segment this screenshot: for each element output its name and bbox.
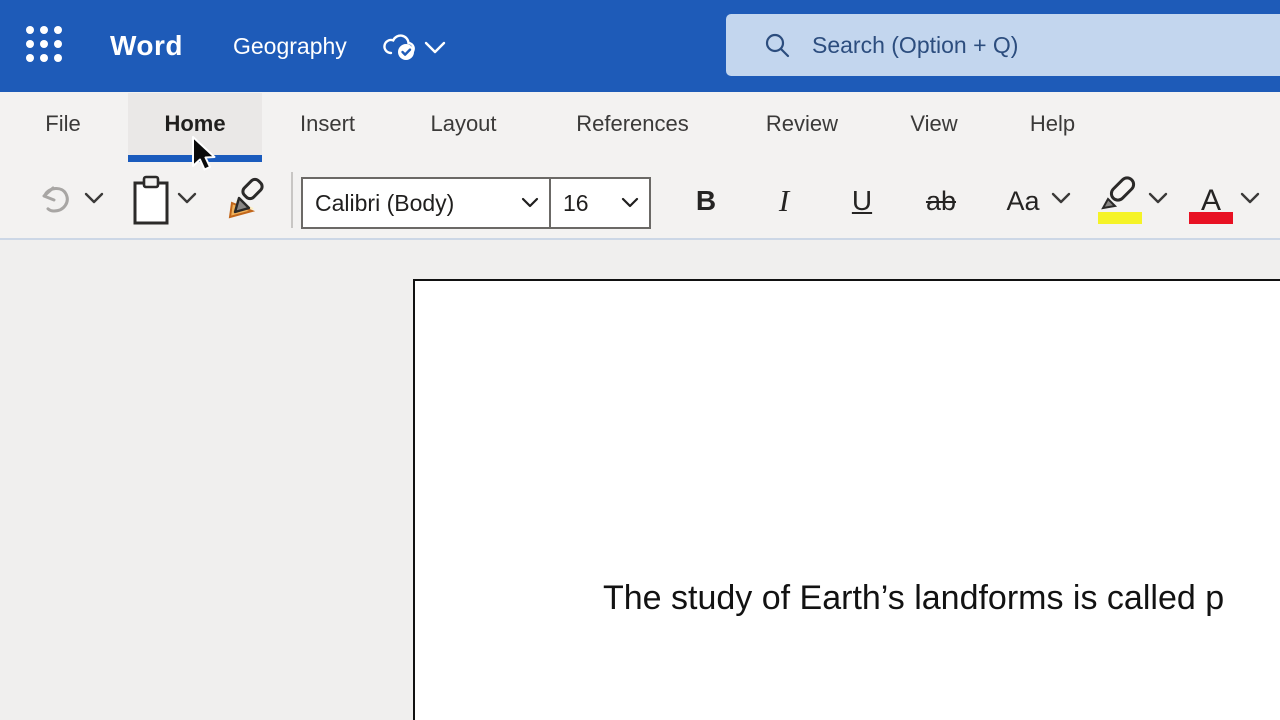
highlight-chevron-icon[interactable] bbox=[1148, 192, 1168, 205]
toolbar-divider bbox=[291, 172, 293, 228]
highlight-color-icon[interactable] bbox=[1096, 174, 1144, 212]
tab-references[interactable]: References bbox=[545, 93, 720, 155]
font-color-chevron-icon[interactable] bbox=[1240, 192, 1260, 205]
format-painter-icon[interactable] bbox=[222, 177, 270, 223]
tab-view[interactable]: View bbox=[880, 93, 988, 155]
ribbon-toolbar: Calibri (Body) 16 B I U ab Aa A bbox=[0, 163, 1280, 240]
doc-options-chevron-icon[interactable] bbox=[424, 41, 446, 54]
active-tab-underline bbox=[128, 155, 262, 162]
change-case-chevron-icon[interactable] bbox=[1051, 192, 1071, 205]
paste-icon[interactable] bbox=[131, 175, 171, 227]
tab-insert[interactable]: Insert bbox=[270, 93, 385, 155]
font-size-select[interactable]: 16 bbox=[549, 177, 651, 229]
tab-layout[interactable]: Layout bbox=[400, 93, 527, 155]
font-size-value: 16 bbox=[563, 190, 589, 217]
word-online-app: { "titlebar": { "app_name": "Word", "doc… bbox=[0, 0, 1280, 720]
font-name-select[interactable]: Calibri (Body) bbox=[301, 177, 551, 229]
document-line: The study of Earth’s landforms is called… bbox=[603, 572, 1224, 625]
strikethrough-button[interactable]: ab bbox=[913, 175, 969, 227]
ribbon-tab-bar: File Home Insert Layout References Revie… bbox=[0, 92, 1280, 163]
font-size-chevron-icon bbox=[621, 197, 639, 209]
undo-icon[interactable] bbox=[36, 181, 74, 219]
tab-help[interactable]: Help bbox=[995, 93, 1110, 155]
underline-button[interactable]: U bbox=[837, 175, 887, 227]
tab-file[interactable]: File bbox=[30, 93, 96, 155]
font-name-chevron-icon bbox=[521, 197, 539, 209]
font-name-value: Calibri (Body) bbox=[315, 190, 454, 217]
search-input[interactable] bbox=[812, 32, 1280, 59]
paste-options-chevron-icon[interactable] bbox=[177, 192, 197, 205]
document-text: The study of Earth’s landforms is called… bbox=[603, 466, 1224, 720]
highlight-color-swatch bbox=[1098, 212, 1142, 224]
document-page[interactable]: The study of Earth’s landforms is called… bbox=[413, 279, 1280, 720]
search-box[interactable] bbox=[726, 14, 1280, 76]
document-title[interactable]: Geography bbox=[233, 0, 347, 92]
search-icon bbox=[764, 32, 790, 58]
tab-review[interactable]: Review bbox=[737, 93, 867, 155]
cloud-saved-icon bbox=[381, 31, 419, 63]
app-name: Word bbox=[110, 0, 183, 92]
bold-button[interactable]: B bbox=[681, 175, 731, 227]
document-canvas: The study of Earth’s landforms is called… bbox=[0, 242, 1280, 720]
app-launcher-icon[interactable] bbox=[26, 26, 66, 66]
tab-home[interactable]: Home bbox=[128, 93, 262, 155]
title-bar: Word Geography bbox=[0, 0, 1280, 92]
undo-menu-chevron-icon[interactable] bbox=[84, 192, 104, 205]
italic-button[interactable]: I bbox=[759, 175, 809, 227]
font-color-swatch bbox=[1189, 212, 1233, 224]
change-case-button[interactable]: Aa bbox=[998, 175, 1048, 227]
